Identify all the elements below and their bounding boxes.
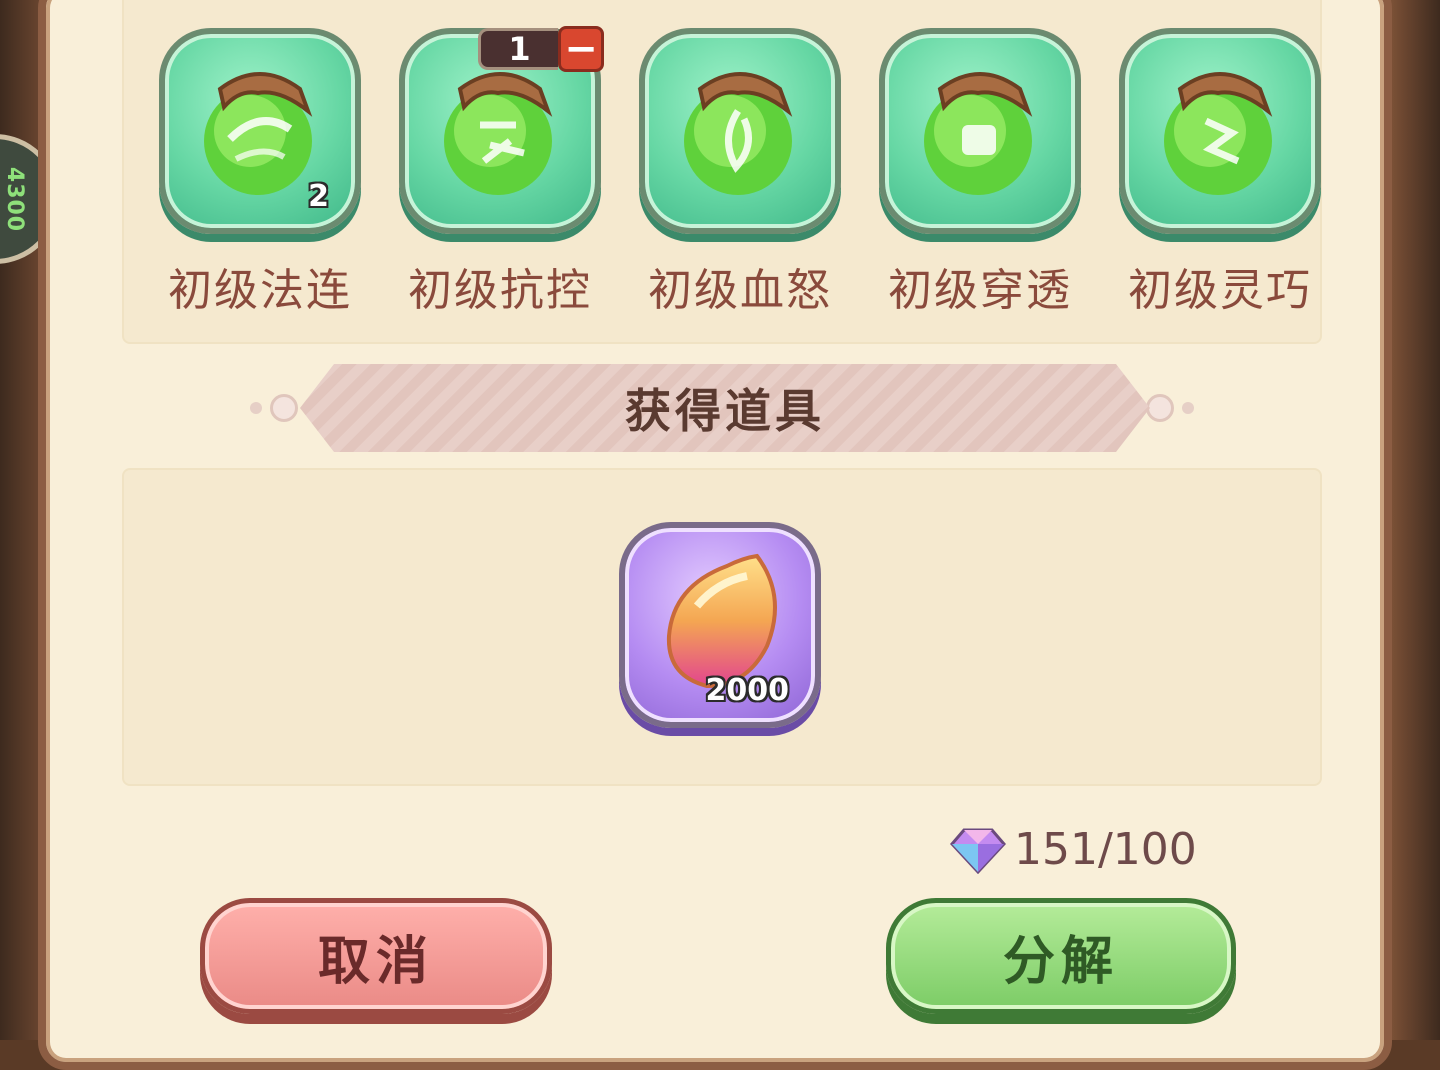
material-label: 初级穿透 (888, 265, 1072, 316)
reward-tile[interactable]: 2000 (619, 522, 821, 728)
minus-button[interactable]: − (558, 26, 604, 72)
diamond-counter: 151/100 (950, 824, 1197, 875)
diamond-value: 151/100 (1014, 824, 1197, 875)
material-label: 初级血怒 (648, 265, 832, 316)
material-tile[interactable] (1119, 28, 1321, 234)
reward-item[interactable]: 2000 (616, 522, 824, 728)
material-label: 初级法连 (168, 265, 352, 316)
section-banner: 获得道具 (300, 364, 1150, 452)
selection-quantity-badge: 1 − (478, 26, 604, 74)
section-title: 获得道具 (625, 384, 825, 438)
ornament-dot (1182, 402, 1194, 414)
material-tile[interactable] (879, 28, 1081, 234)
item-count: 2 (308, 179, 329, 214)
material-label: 初级灵巧 (1128, 265, 1312, 316)
material-item-1[interactable]: 2 初级法连 (156, 28, 364, 318)
reward-count: 2000 (705, 673, 790, 708)
decompose-button[interactable]: 分解 (886, 898, 1236, 1014)
material-tile[interactable]: 2 (159, 28, 361, 234)
green-fruit-icon (924, 72, 1033, 195)
material-label: 初级抗控 (408, 265, 592, 316)
cancel-button[interactable]: 取消 (200, 898, 552, 1014)
selection-quantity: 1 (478, 28, 558, 70)
material-tile[interactable] (639, 28, 841, 234)
material-item-5[interactable]: 初级灵巧 (1116, 28, 1324, 318)
material-item-4[interactable]: 初级穿透 (876, 28, 1084, 318)
ornament-dot (1146, 394, 1174, 422)
side-badge-text: 4300 (1, 166, 27, 232)
green-fruit-icon (1164, 72, 1273, 195)
ornament-dot (250, 402, 262, 414)
material-item-3[interactable]: 初级血怒 (636, 28, 844, 318)
ornament-dot (270, 394, 298, 422)
green-fruit-icon (684, 72, 793, 195)
diamond-icon (950, 828, 1006, 874)
